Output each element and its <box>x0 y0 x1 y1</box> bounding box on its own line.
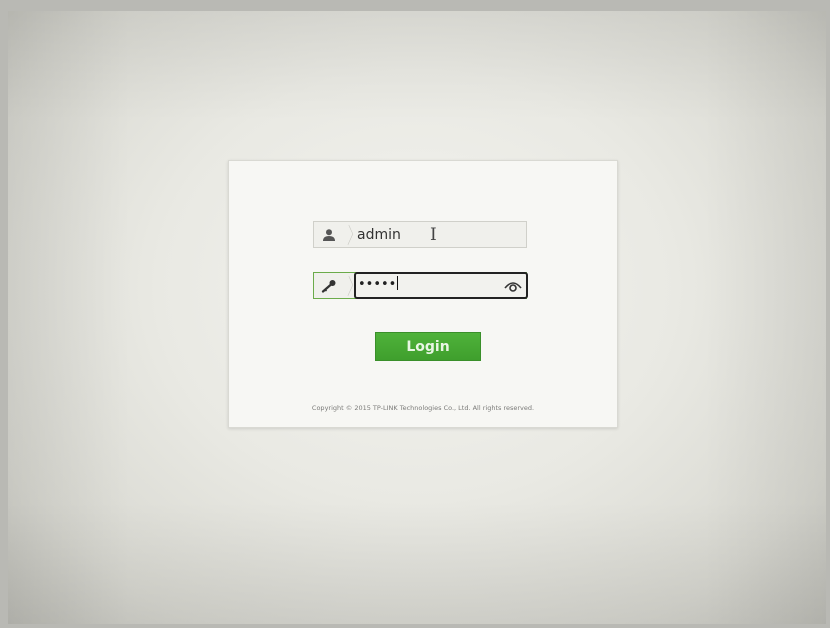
chevron-divider <box>343 224 354 246</box>
login-panel: admin I ••••• Login Copyright © 2015 TP-… <box>228 160 618 428</box>
username-field[interactable]: admin I <box>313 221 527 248</box>
text-caret <box>397 276 399 290</box>
password-mask: ••••• <box>358 276 399 292</box>
user-icon <box>314 222 344 247</box>
eye-icon[interactable] <box>503 277 523 295</box>
password-field[interactable]: ••••• <box>313 272 528 299</box>
text-cursor-icon: I <box>430 225 437 245</box>
monitor-screen: admin I ••••• Login Copyright © 2015 TP-… <box>8 11 826 624</box>
login-button[interactable]: Login <box>375 332 481 361</box>
username-value: admin <box>357 226 401 243</box>
key-icon <box>314 273 344 298</box>
chevron-divider <box>343 275 354 297</box>
password-input[interactable]: ••••• <box>354 272 528 299</box>
copyright-text: Copyright © 2015 TP-LINK Technologies Co… <box>311 404 535 412</box>
